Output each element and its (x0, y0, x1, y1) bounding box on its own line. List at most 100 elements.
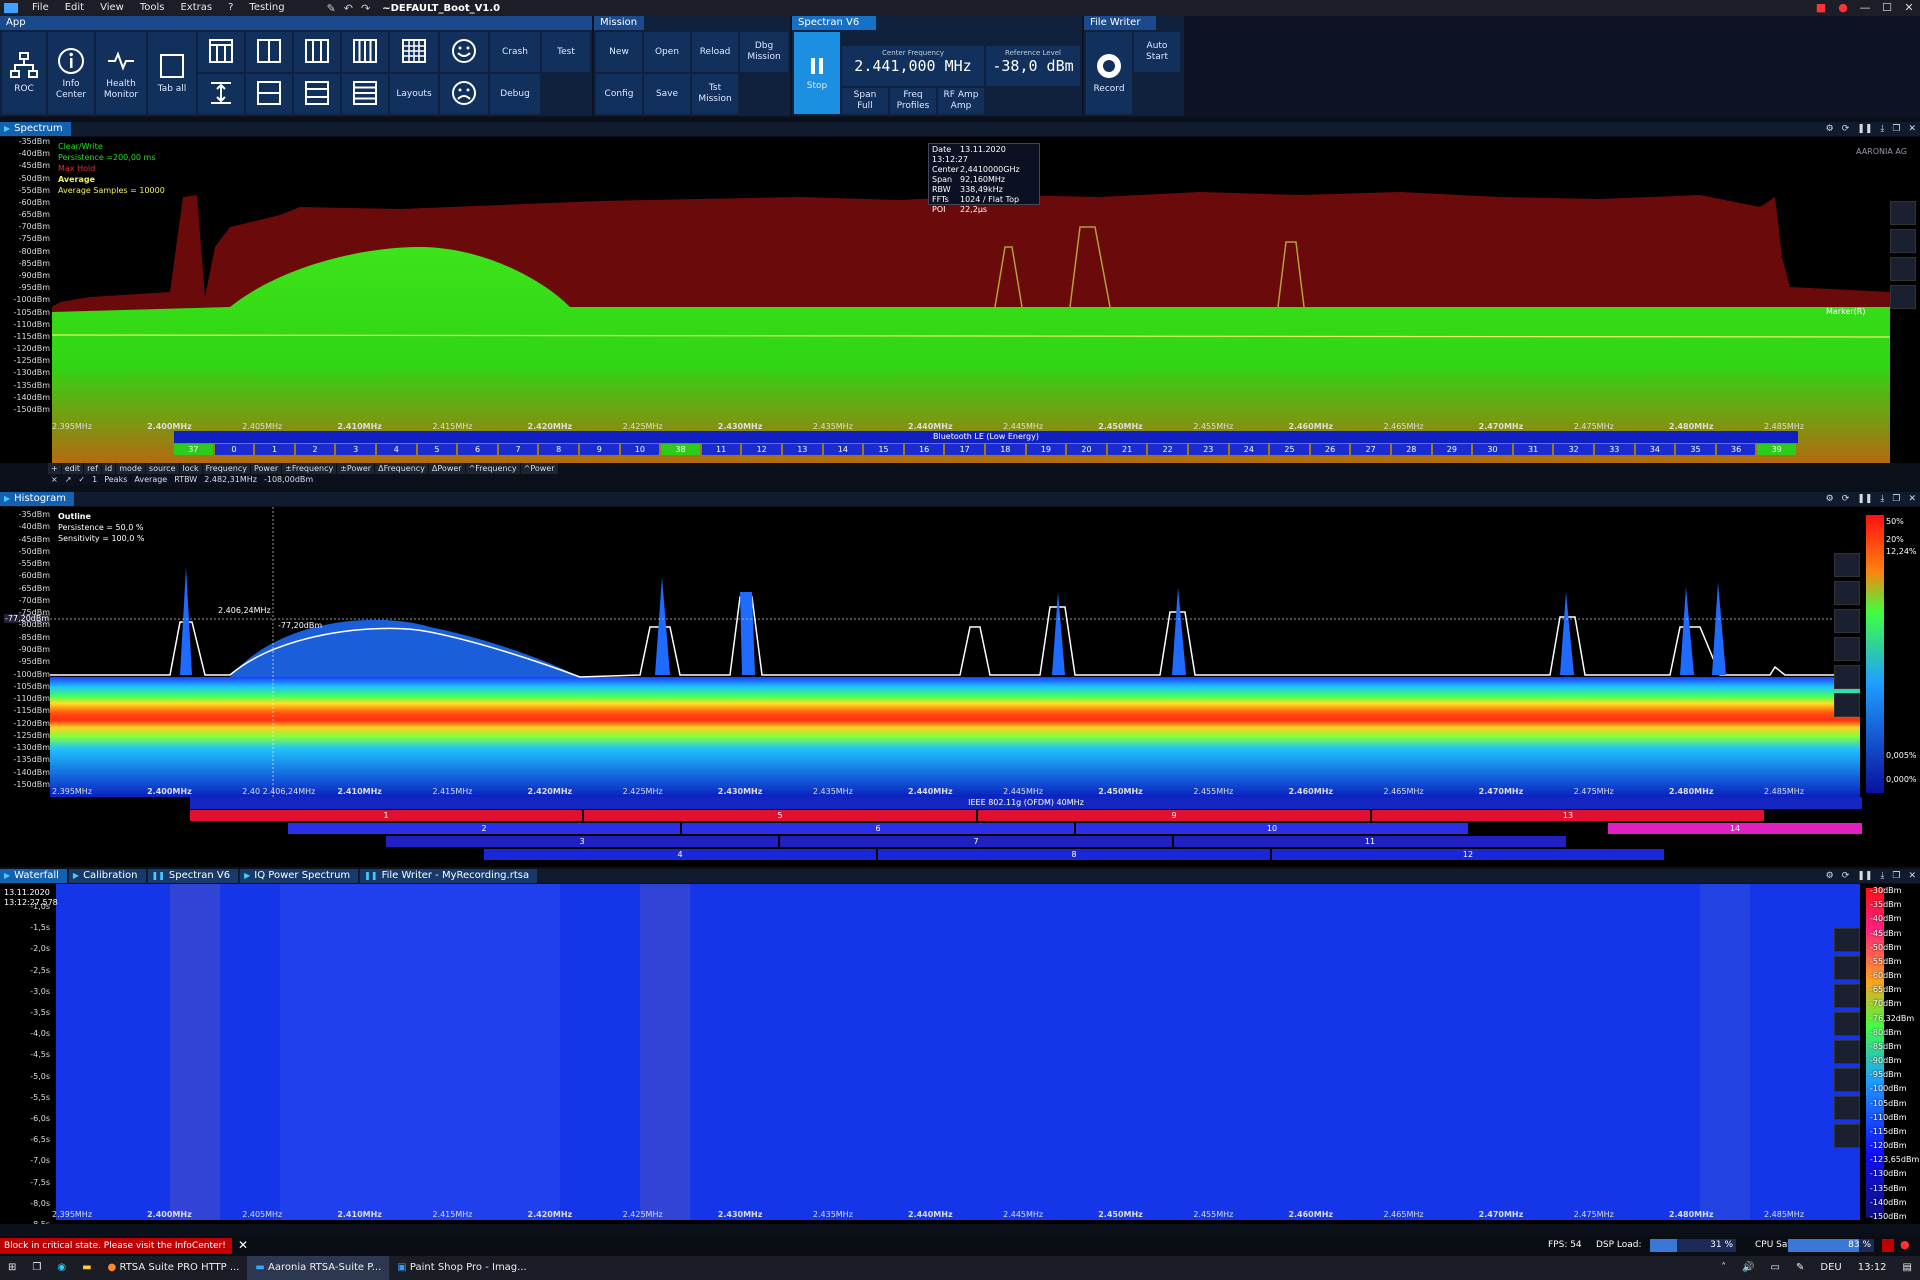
ble-channel[interactable]: 4 (377, 444, 416, 455)
sad-button[interactable] (440, 74, 488, 114)
tst-mission-button[interactable]: Tst Mission (692, 74, 738, 114)
tab-spectrum[interactable]: ▶ Spectrum (0, 122, 71, 136)
windows-start-icon[interactable]: ⊞ (0, 1256, 24, 1280)
tray-chevron-icon[interactable]: ˄ (1713, 1256, 1734, 1280)
menu-edit[interactable]: Edit (57, 0, 92, 16)
compass-icon[interactable] (1834, 1124, 1860, 1148)
marker-icon[interactable] (1834, 609, 1860, 633)
marker-icon[interactable] (1890, 257, 1916, 281)
wifi-channel[interactable]: 11 (1174, 836, 1566, 847)
reference-level-display[interactable]: Reference Level -38,0 dBm (986, 46, 1080, 86)
reset-icon[interactable]: ⟳ (1842, 494, 1850, 504)
menu-help[interactable]: ? (220, 0, 241, 16)
menu-extras[interactable]: Extras (172, 0, 220, 16)
spectrum-side-button-1[interactable] (1890, 201, 1916, 225)
error-indicator-icon[interactable]: ● (1900, 1238, 1910, 1251)
legend-clear-write[interactable]: Clear/Write (58, 141, 165, 152)
download-icon[interactable]: ⤓ (1880, 871, 1884, 881)
trace-icon[interactable] (1834, 581, 1860, 605)
marker-col-header[interactable]: ^Power (520, 463, 558, 474)
auto-start-button[interactable]: Auto Start (1134, 32, 1180, 72)
settings-icon[interactable]: ⚙ (1826, 494, 1834, 504)
text-size-icon[interactable] (1834, 637, 1860, 661)
close-panel-icon[interactable]: ✕ (1908, 871, 1916, 881)
alert-icon[interactable]: ■ (1810, 0, 1832, 16)
ble-channel[interactable]: 34 (1635, 444, 1675, 455)
ble-channel[interactable]: 32 (1554, 444, 1593, 455)
reload-button[interactable]: Reload (692, 32, 738, 72)
time-icon[interactable] (1834, 1040, 1860, 1064)
ble-channel[interactable]: 38 (661, 444, 700, 455)
ble-channel[interactable]: 2 (295, 444, 335, 455)
settings-icon[interactable]: ⚙ (1826, 124, 1834, 134)
layout-4row-button[interactable] (342, 74, 388, 114)
wifi-channel[interactable]: 2 (288, 823, 680, 834)
ble-channel[interactable]: 12 (742, 444, 781, 455)
legend-max-hold[interactable]: Max Hold (58, 163, 165, 174)
menu-testing[interactable]: Testing (241, 0, 292, 16)
text-size-icon[interactable] (1890, 285, 1916, 309)
ble-channel[interactable]: 33 (1595, 444, 1634, 455)
ble-channel[interactable]: 14 (823, 444, 863, 455)
wifi-channel[interactable]: 4 (484, 849, 876, 860)
undo-icon[interactable]: ↶ (340, 2, 357, 15)
ble-channel[interactable]: 18 (986, 444, 1025, 455)
ble-channel[interactable]: 23 (1189, 444, 1228, 455)
span-button[interactable]: Span Full (842, 88, 888, 114)
edge-browser-icon[interactable]: ◉ (49, 1256, 74, 1280)
record-button[interactable]: Record (1086, 32, 1132, 114)
clock[interactable]: 13:12 (1850, 1256, 1895, 1280)
waterfall-plot[interactable]: 13.11.2020 13:12:27.578 -30dBm -35dBm -40d… (0, 884, 1920, 1224)
ble-channel[interactable]: 7 (498, 444, 538, 455)
marker-col-header[interactable]: source (145, 463, 179, 474)
pen-icon[interactable]: ✎ (1788, 1256, 1812, 1280)
open-button[interactable]: Open (644, 32, 690, 72)
network-tray-icon[interactable]: ▭ (1763, 1256, 1788, 1280)
wifi-channel[interactable]: 1 (190, 810, 582, 821)
tab-waterfall[interactable]: ▶ Waterfall (0, 869, 67, 883)
test-button[interactable]: Test (542, 32, 590, 72)
center-frequency-display[interactable]: Center Frequency 2.441,000 MHz (842, 46, 984, 86)
layout-vertical-button[interactable] (198, 74, 244, 114)
taskbar-item-rtsa[interactable]: ▬ Aaronia RTSA-Suite P... (247, 1256, 390, 1280)
ble-channel[interactable]: 16 (904, 444, 944, 455)
volume-icon[interactable]: 🔊 (1734, 1256, 1762, 1280)
taskbar-item-firefox[interactable]: ● RTSA Suite PRO HTTP ... (100, 1256, 248, 1280)
layout-3col-button[interactable] (294, 32, 340, 72)
wifi-channel[interactable]: 8 (878, 849, 1270, 860)
marker-col-header[interactable]: ΔFrequency (375, 463, 428, 474)
ble-channel[interactable]: 11 (701, 444, 741, 455)
roc-button[interactable]: ROC (2, 32, 46, 114)
error-icon[interactable]: ● (1832, 0, 1854, 16)
ble-channel[interactable]: 13 (783, 444, 822, 455)
marker-col-header[interactable]: id (101, 463, 116, 474)
ble-channel[interactable]: 5 (417, 444, 457, 455)
health-monitor-button[interactable]: Health Monitor (96, 32, 146, 114)
waterfall-side-button-1[interactable] (1834, 928, 1860, 952)
close-panel-icon[interactable]: ✕ (1908, 494, 1916, 504)
marker-col-header[interactable]: mode (116, 463, 145, 474)
layout-2row-button[interactable] (246, 74, 292, 114)
tab-file-writer[interactable]: ❚❚ File Writer - MyRecording.rtsa (360, 869, 538, 883)
wifi-channel[interactable]: 3 (386, 836, 778, 847)
layout-3row-button[interactable] (294, 74, 340, 114)
histogram-side-button-1[interactable] (1834, 553, 1860, 577)
window-icon[interactable] (1834, 1068, 1860, 1092)
wifi-channel[interactable]: 12 (1272, 849, 1664, 860)
stop-button[interactable]: Stop (794, 32, 840, 114)
close-icon[interactable]: ✕ (1898, 0, 1920, 16)
close-panel-icon[interactable]: ✕ (1908, 124, 1916, 134)
info-center-button[interactable]: Info Center (48, 32, 94, 114)
ble-channel[interactable]: 37 (174, 444, 213, 455)
notification-icon[interactable]: ▤ (1895, 1256, 1920, 1280)
ble-channel[interactable]: 15 (864, 444, 903, 455)
ble-channel[interactable]: 22 (1148, 444, 1187, 455)
ble-channel[interactable]: 10 (620, 444, 660, 455)
tab-all-button[interactable]: Tab all (148, 32, 196, 114)
ble-channel[interactable]: 26 (1310, 444, 1350, 455)
pause-small-icon[interactable]: ❚❚ (1857, 494, 1872, 504)
marker-col-header[interactable]: lock (179, 463, 202, 474)
ble-channel[interactable]: 8 (539, 444, 578, 455)
marker-cell[interactable]: RTBW (171, 474, 201, 485)
color-scale-icon[interactable] (1834, 693, 1860, 717)
